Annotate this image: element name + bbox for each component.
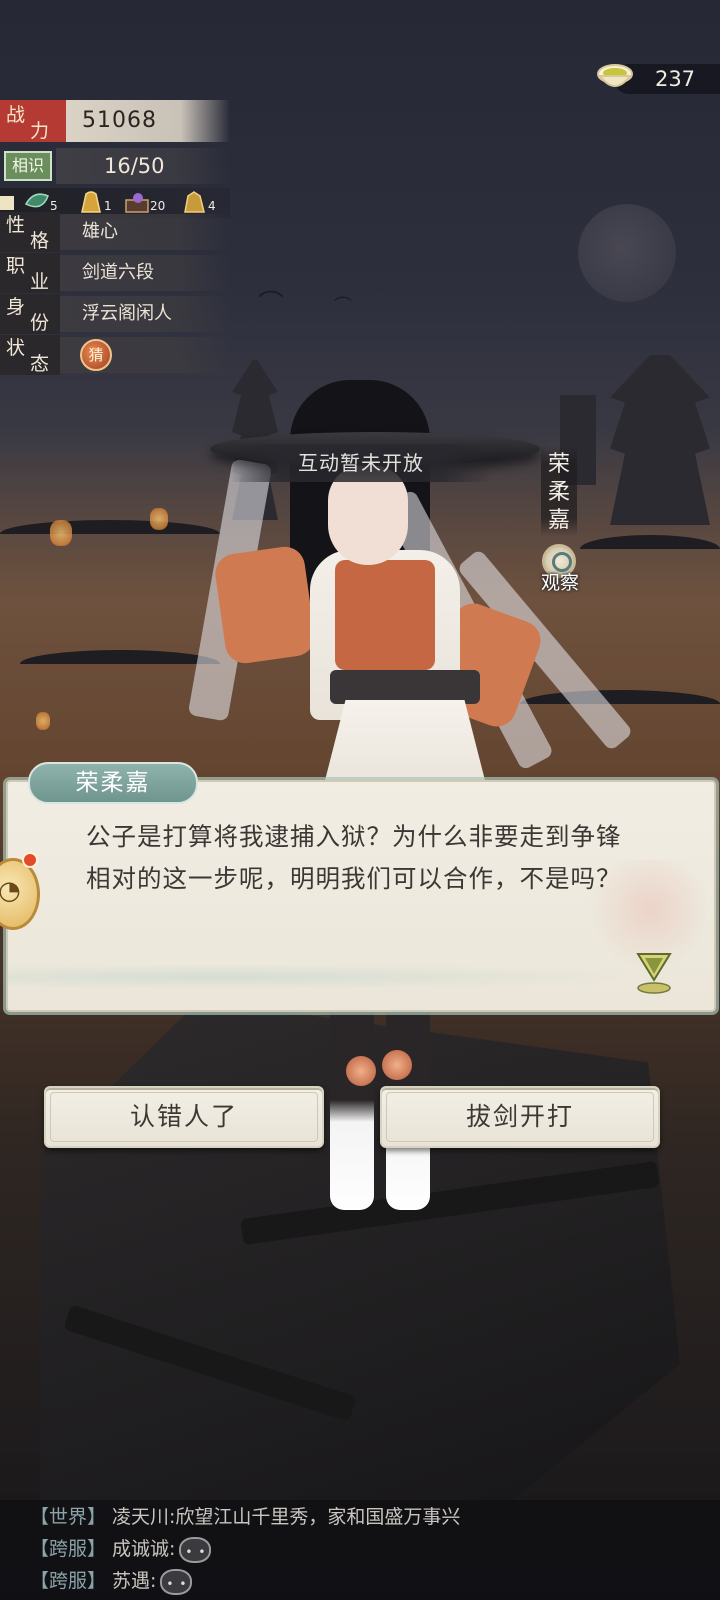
attribute-personality: 性 格 雄心 (0, 212, 230, 252)
chat-channel: 【世界】 (30, 1506, 107, 1528)
currency-display[interactable]: 237 (596, 60, 720, 96)
attribute-key: 性 格 (0, 212, 60, 252)
choice-label: 拔剑开打 (465, 1102, 574, 1131)
chat-line: 【跨服】 成诚诚: (30, 1534, 212, 1567)
sky-lantern (36, 712, 50, 730)
choice-label: 认错人了 (129, 1102, 238, 1131)
power-label-a: 战 (6, 104, 26, 126)
dialog-text: 公子是打算将我逮捕入狱？为什么非要走到争锋相对的这一步呢，明明我们可以合作，不是… (86, 822, 622, 893)
choice-wrong-person-button[interactable]: 认错人了 (44, 1086, 324, 1148)
character-name-vertical: 荣 柔 嘉 (537, 446, 581, 536)
power-label-b: 力 (30, 120, 50, 142)
bell-ornament (382, 1050, 412, 1080)
attribute-key: 职 业 (0, 253, 60, 293)
moon (578, 204, 676, 302)
attribute-key: 身 份 (0, 294, 60, 334)
chat-line: 【世界】 凌天川:欣望江山千里秀，家和国盛万事兴 (30, 1502, 460, 1532)
chat-sender: 苏遇: (112, 1570, 157, 1592)
character-sash (330, 670, 480, 704)
bell-ornament (346, 1056, 376, 1086)
chat-message: 欣望江山千里秀，家和国盛万事兴 (175, 1506, 461, 1528)
combat-power-row: 战 力 51068 (0, 100, 230, 142)
tea-bowl-icon (597, 64, 633, 87)
interaction-banner-text: 互动暂未开放 (298, 451, 424, 475)
notification-dot (22, 852, 38, 868)
acquaintance-tag: 相识 (4, 151, 52, 181)
cream-square-marker (0, 196, 14, 210)
combat-power-value: 51068 (82, 108, 157, 133)
character-stats-panel: 战 力 51068 相识 16/50 5 1 20 4 性 格 雄心 职 业 剑… (0, 100, 230, 385)
left-sleeve (212, 544, 318, 666)
currency-value: 237 (654, 67, 696, 91)
combat-power-tag: 战 力 (0, 100, 66, 142)
character-vest (335, 560, 435, 670)
attribute-identity: 身 份 浮云阁闲人 (0, 294, 230, 334)
chat-channel: 【跨服】 (30, 1538, 107, 1560)
interaction-banner: 互动暂未开放 (230, 444, 492, 482)
speaker-name-tab: 荣柔嘉 (28, 762, 198, 804)
chat-bubble-icon: ◔ (0, 876, 21, 906)
chat-sender: 凌天川: (112, 1506, 176, 1528)
swallow-bird-icon: ⌒ (258, 290, 285, 320)
attr-key-a: 性 (6, 214, 26, 236)
acquaintance-value: 16/50 (104, 154, 165, 178)
jade-leaf-icon (24, 193, 49, 208)
dialog-box[interactable]: 公子是打算将我逮捕入狱？为什么非要走到争锋相对的这一步呢，明明我们可以合作，不是… (6, 780, 716, 1012)
attr-key-b: 格 (30, 230, 50, 252)
chat-bubble-button[interactable]: ◔ (0, 852, 44, 932)
acquaintance-row: 相识 16/50 (0, 148, 230, 184)
chat-sender: 成诚诚: (112, 1538, 176, 1560)
attr-key-b: 份 (30, 312, 50, 334)
attr-key-b: 态 (30, 353, 50, 375)
attr-key-a: 职 (6, 255, 26, 277)
chat-line: 【跨服】 苏遇: (30, 1566, 193, 1599)
observe-label: 观察 (540, 572, 579, 594)
attribute-profession: 职 业 剑道六段 (0, 253, 230, 293)
gold-rock-icon (184, 191, 205, 213)
gift-box-icon (125, 193, 149, 213)
swallow-bird-icon: ⌒ (334, 296, 352, 317)
chat-channel: 【跨服】 (30, 1570, 107, 1592)
status-guess-icon[interactable]: 猜 (80, 339, 112, 371)
attribute-status: 状 态 猜 (0, 335, 230, 375)
sulk-face-icon (160, 1568, 193, 1599)
speaker-name: 荣柔嘉 (75, 770, 151, 796)
attr-key-b: 业 (30, 271, 50, 293)
attr-key-a: 状 (6, 337, 26, 359)
continue-arrow-icon[interactable] (636, 950, 672, 994)
attribute-value: 雄心 (82, 221, 118, 242)
observe-button[interactable]: 观察 (530, 544, 590, 596)
chat-feed[interactable]: 【世界】凌天川:欣望江山千里秀，家和国盛万事兴 【跨服】成诚诚: 【跨服】苏遇: (0, 1500, 720, 1600)
annoyed-face-icon (179, 1536, 212, 1567)
choice-draw-sword-button[interactable]: 拔剑开打 (380, 1086, 660, 1148)
leg (330, 990, 374, 1210)
attribute-key: 状 态 (0, 335, 60, 375)
attribute-value: 剑道六段 (82, 262, 154, 283)
attribute-value: 浮云阁闲人 (82, 303, 172, 324)
gold-ingot-icon (81, 191, 101, 213)
attr-key-a: 身 (6, 296, 26, 318)
name-char: 嘉 (547, 508, 570, 533)
sky-lantern (50, 520, 72, 546)
